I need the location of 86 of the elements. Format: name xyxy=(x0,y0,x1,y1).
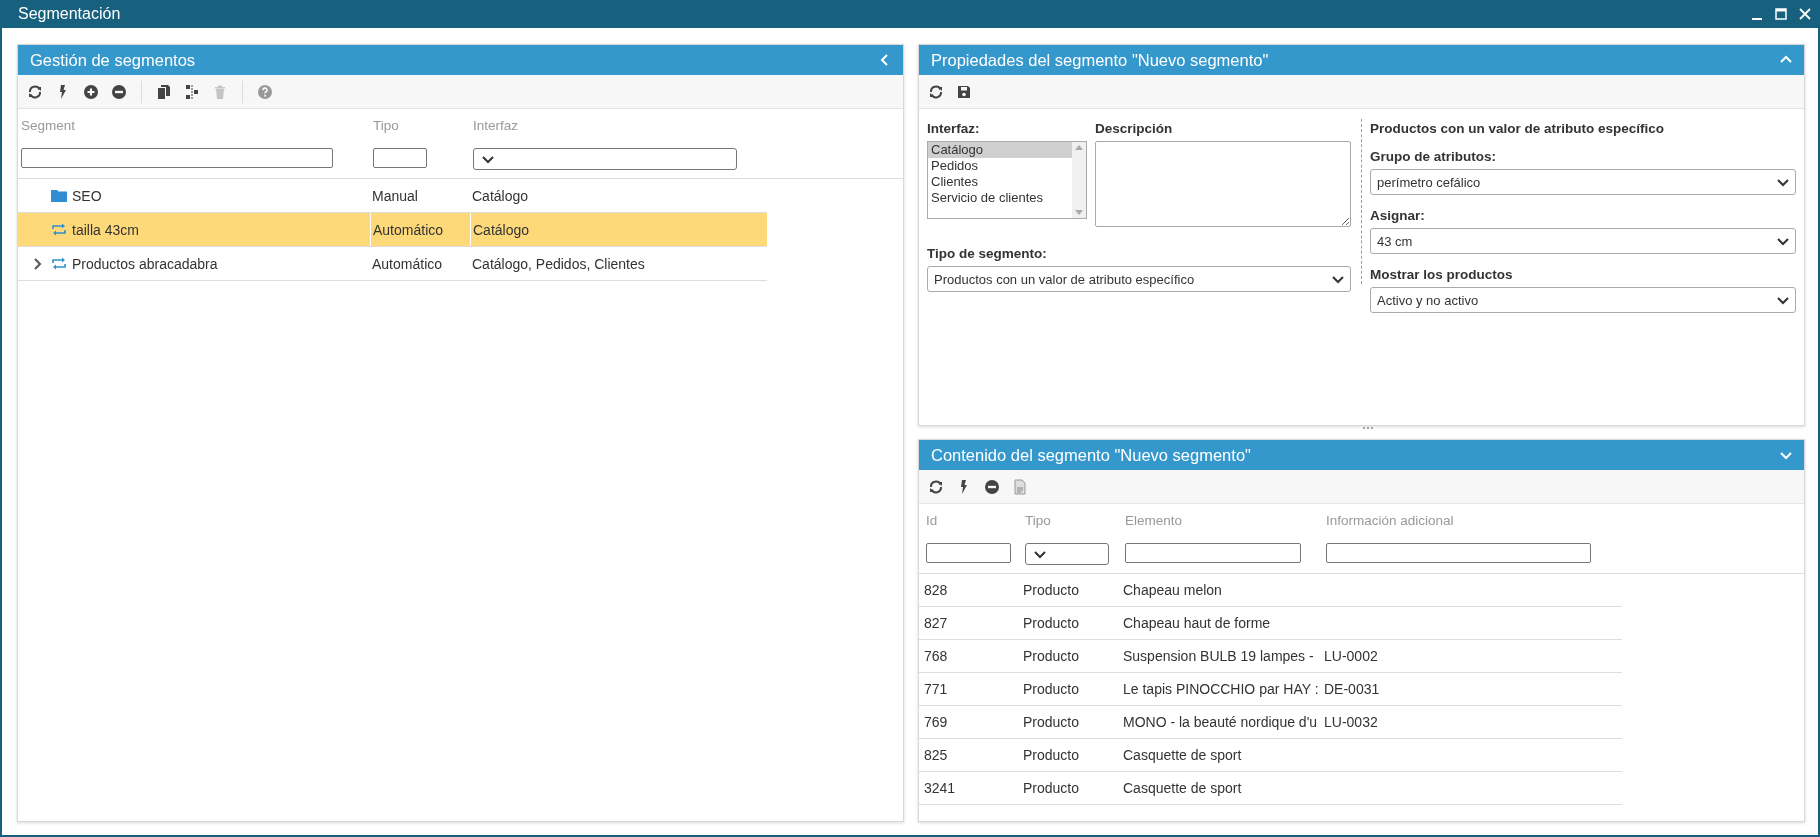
refresh-icon[interactable] xyxy=(27,83,43,100)
table-row[interactable]: tailla 43cm Automático Catálogo xyxy=(18,213,767,247)
table-cell: Catálogo xyxy=(473,221,530,238)
remove-icon[interactable] xyxy=(984,478,1000,495)
field-label: Grupo de atributos: xyxy=(1370,149,1497,164)
repeat-icon xyxy=(51,257,67,270)
table-cell: Automático xyxy=(373,221,444,238)
dropdown[interactable]: perímetro cefálico xyxy=(1370,169,1796,195)
segment-name: SEO xyxy=(72,187,102,204)
table-cell: Manual xyxy=(372,187,418,204)
close-icon[interactable] xyxy=(1798,7,1812,21)
segment-type-dropdown[interactable]: Productos con un valor de atributo específico xyxy=(927,266,1351,292)
window-title: Segmentación xyxy=(18,5,121,23)
table-cell: 827 xyxy=(924,615,948,631)
table-cell: 768 xyxy=(924,648,948,664)
table-cell: Producto xyxy=(1023,615,1080,631)
copy-icon[interactable] xyxy=(156,83,172,100)
list-option[interactable]: Clientes xyxy=(928,174,1072,190)
table-row[interactable]: 3241 Producto Casquette de sport xyxy=(919,772,1622,805)
table-cell: 828 xyxy=(924,582,948,598)
table-cell: 771 xyxy=(924,681,948,697)
filter-dropdown[interactable] xyxy=(1025,543,1109,565)
table-cell: MONO - la beauté nordique d'u xyxy=(1123,714,1318,730)
panel-title: Propiedades del segmento "Nuevo segmento" xyxy=(931,50,1269,70)
table-cell: 825 xyxy=(924,747,948,763)
filter-field[interactable] xyxy=(373,148,427,168)
repeat-icon xyxy=(51,223,67,236)
field-label: Asignar: xyxy=(1370,208,1426,223)
table-cell: 769 xyxy=(924,714,948,730)
help-icon[interactable] xyxy=(257,83,273,100)
add-icon[interactable] xyxy=(83,83,99,100)
field-label: Interfaz: xyxy=(927,121,981,136)
table-cell: Producto xyxy=(1023,714,1080,730)
field-label: Tipo de segmento: xyxy=(927,246,1048,261)
table-cell: Producto xyxy=(1023,780,1080,796)
tree-icon[interactable] xyxy=(184,83,200,100)
table-cell: Chapeau haut de forme xyxy=(1123,615,1271,631)
filter-field[interactable] xyxy=(21,148,333,168)
table-cell: Casquette de sport xyxy=(1123,780,1242,796)
table-row[interactable]: 828 Producto Chapeau melon xyxy=(919,574,1622,607)
description-field[interactable] xyxy=(1095,141,1351,227)
list-box[interactable]: Catálogo Pedidos Clientes Servicio de clientes xyxy=(927,141,1087,219)
list-option[interactable]: Servicio de clientes xyxy=(928,190,1072,206)
table-cell: Le tapis PINOCCHIO par HAY : xyxy=(1123,681,1319,697)
remove-icon[interactable] xyxy=(111,83,127,100)
table-cell: Producto xyxy=(1023,582,1080,598)
table-cell: LU-0032 xyxy=(1324,714,1378,730)
table-cell: LU-0002 xyxy=(1324,648,1378,664)
panel-title: Gestión de segmentos xyxy=(30,50,196,70)
list-option[interactable]: Catálogo xyxy=(928,142,1072,158)
table-cell: Suspension BULB 19 lampes - xyxy=(1123,648,1314,664)
field-label: Descripción xyxy=(1095,121,1174,136)
table-cell: DE-0031 xyxy=(1324,681,1380,697)
dropdown[interactable]: Activo y no activo xyxy=(1370,287,1796,313)
table-cell: Producto xyxy=(1023,747,1080,763)
filter-field[interactable] xyxy=(1125,543,1301,563)
table-row[interactable]: 825 Producto Casquette de sport xyxy=(919,739,1622,772)
segment-name: tailla 43cm xyxy=(72,221,139,238)
segment-name: Productos abracadabra xyxy=(72,255,218,272)
table-cell: 3241 xyxy=(924,780,956,796)
table-row[interactable]: 769 Producto MONO - la beauté nordique d'u LU-0032 xyxy=(919,706,1622,739)
table-cell: Casquette de sport xyxy=(1123,747,1242,763)
list-option[interactable]: Pedidos xyxy=(928,158,1072,174)
resize-handle[interactable] xyxy=(1361,426,1374,430)
panel-title: Contenido del segmento "Nuevo segmento" xyxy=(931,445,1251,465)
table-row[interactable]: Productos abracadabra Automático Catálogo, Pedidos, Clientes xyxy=(18,247,767,281)
field-label: Mostrar los productos xyxy=(1370,267,1514,282)
filter-field[interactable] xyxy=(1326,543,1591,563)
maximize-icon[interactable] xyxy=(1774,7,1788,21)
section-title: Productos con un valor de atributo específico xyxy=(1370,121,1666,136)
filter-dropdown[interactable] xyxy=(473,148,737,170)
refresh-icon[interactable] xyxy=(928,83,944,100)
save-icon[interactable] xyxy=(956,83,972,100)
table-row[interactable]: 771 Producto Le tapis PINOCCHIO par HAY : DE-0031 xyxy=(919,673,1622,706)
table-cell: Catálogo, Pedidos, Clientes xyxy=(472,255,645,272)
table-cell: Producto xyxy=(1023,648,1080,664)
dropdown[interactable]: 43 cm xyxy=(1370,228,1796,254)
table-cell: Automático xyxy=(372,255,443,272)
table-cell: Catálogo xyxy=(472,187,529,204)
table-cell: Chapeau melon xyxy=(1123,582,1222,598)
filter-field[interactable] xyxy=(926,543,1011,563)
table-row[interactable]: 827 Producto Chapeau haut de forme xyxy=(919,607,1622,640)
table-cell: Producto xyxy=(1023,681,1080,697)
folder-icon xyxy=(51,189,67,202)
table-row[interactable]: 768 Producto Suspension BULB 19 lampes - LU-0002 xyxy=(919,640,1622,673)
refresh-icon[interactable] xyxy=(928,478,944,495)
